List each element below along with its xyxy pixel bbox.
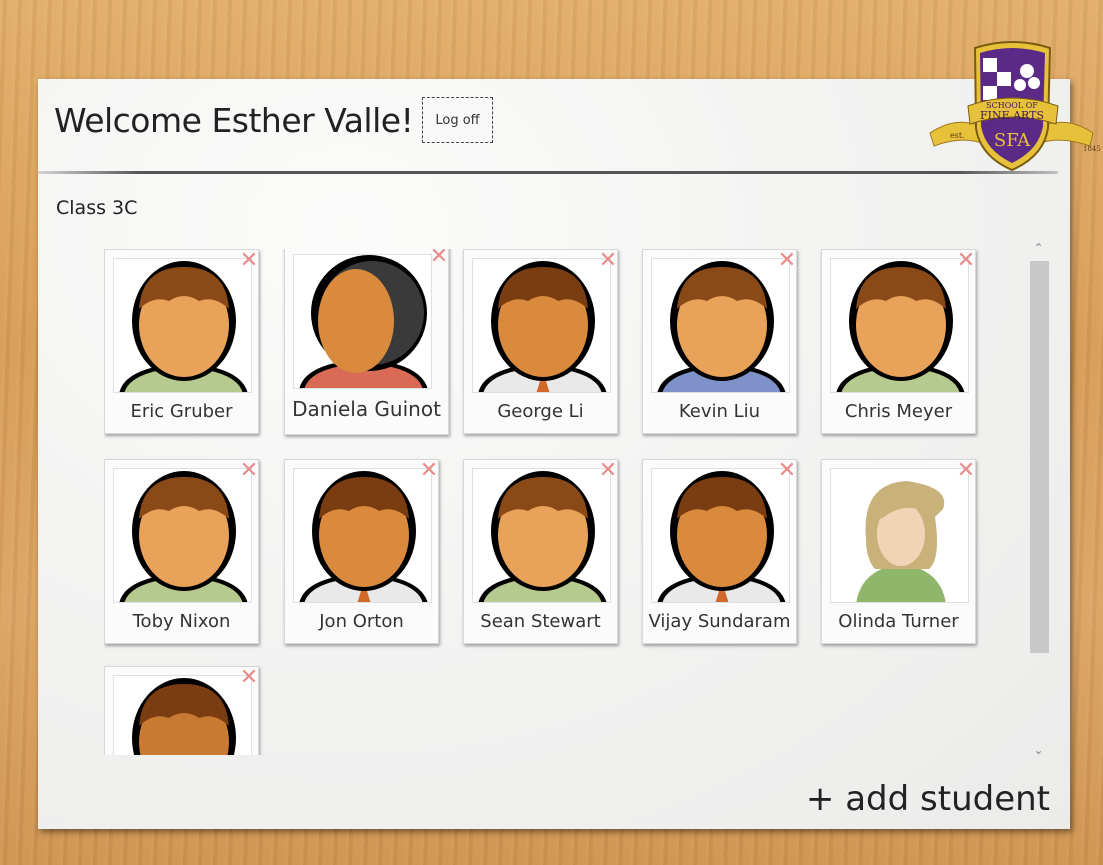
logoff-button[interactable]: Log off (422, 97, 493, 143)
remove-student-icon[interactable]: ✕ (428, 249, 450, 268)
student-avatar (472, 468, 611, 603)
grid-scrollbar[interactable]: ⌃ ⌄ (1028, 241, 1049, 761)
school-logo: SCHOOL OF FINE ARTS SFA est. 1845 (929, 41, 1101, 172)
person-icon (836, 261, 965, 392)
remove-student-icon[interactable]: ✕ (238, 667, 260, 689)
student-avatar (113, 258, 252, 393)
student-name: Chris Meyer (844, 401, 953, 422)
student-card[interactable]: ✕ Olinda Turner (821, 459, 976, 644)
student-name: Jon Orton (319, 611, 404, 632)
logo-initials: SFA (994, 130, 1031, 151)
logo-est: est. (950, 131, 965, 140)
student-card[interactable]: ✕ Kevin Liu (642, 249, 797, 434)
student-name: Kevin Liu (678, 401, 761, 422)
main-panel: Welcome Esther Valle! Log off Class 3C ✕… (38, 79, 1070, 829)
student-avatar (293, 254, 432, 389)
remove-student-icon[interactable]: ✕ (418, 460, 440, 482)
student-card[interactable]: ✕ Eric Gruber (104, 249, 259, 434)
person-icon (478, 261, 607, 392)
person-icon (299, 255, 428, 388)
logo-line2: FINE ARTS (980, 109, 1044, 122)
person-icon (478, 471, 607, 602)
student-avatar (113, 675, 252, 755)
student-card[interactable]: ✕ Vijay Sundaram (642, 459, 797, 644)
remove-student-icon[interactable]: ✕ (597, 250, 619, 272)
student-name: Vijay Sundaram (648, 611, 791, 632)
student-card[interactable]: ✕ Sean Stewart (463, 459, 618, 644)
student-card[interactable]: ✕ Chris Meyer (821, 249, 976, 434)
scroll-up-icon[interactable]: ⌃ (1028, 241, 1049, 259)
person-icon (119, 261, 248, 392)
person-icon (856, 481, 946, 602)
remove-student-icon[interactable]: ✕ (597, 460, 619, 482)
student-card[interactable]: ✕ Toby Nixon (104, 459, 259, 644)
student-avatar (293, 468, 432, 603)
student-name: Toby Nixon (132, 611, 231, 632)
student-name: Olinda Turner (838, 611, 959, 632)
person-icon (132, 678, 236, 755)
welcome-heading: Welcome Esther Valle! (54, 101, 414, 140)
student-name: Daniela Guinot (292, 397, 441, 421)
student-avatar (113, 468, 252, 603)
person-icon (119, 471, 248, 602)
student-name: George Li (497, 401, 584, 422)
student-card[interactable]: ✕ Daniela Guinot (284, 249, 449, 435)
student-card[interactable]: ✕ Jon Orton (284, 459, 439, 644)
add-student-button[interactable]: + add student (806, 779, 1050, 819)
remove-student-icon[interactable]: ✕ (776, 460, 798, 482)
student-card[interactable]: ✕ (104, 666, 259, 755)
remove-student-icon[interactable]: ✕ (776, 250, 798, 272)
student-grid: ✕ Eric Gruber ✕ Daniela Guinot ✕ George Li ✕ Ke… (104, 249, 1014, 755)
logo-year: 1845 (1083, 145, 1101, 153)
remove-student-icon[interactable]: ✕ (955, 250, 977, 272)
scroll-thumb[interactable] (1030, 261, 1049, 653)
student-name: Eric Gruber (130, 401, 233, 422)
remove-student-icon[interactable]: ✕ (238, 250, 260, 272)
student-avatar (651, 468, 790, 603)
scroll-down-icon[interactable]: ⌄ (1028, 743, 1049, 761)
header-divider (38, 171, 1058, 174)
class-label: Class 3C (56, 197, 138, 219)
student-avatar (472, 258, 611, 393)
person-icon (657, 471, 786, 602)
remove-student-icon[interactable]: ✕ (238, 460, 260, 482)
person-icon (657, 261, 786, 392)
student-avatar (651, 258, 790, 393)
person-icon (299, 471, 428, 602)
student-avatar (830, 468, 969, 603)
student-name: Sean Stewart (480, 611, 601, 632)
remove-student-icon[interactable]: ✕ (955, 460, 977, 482)
student-card[interactable]: ✕ George Li (463, 249, 618, 434)
student-avatar (830, 258, 969, 393)
